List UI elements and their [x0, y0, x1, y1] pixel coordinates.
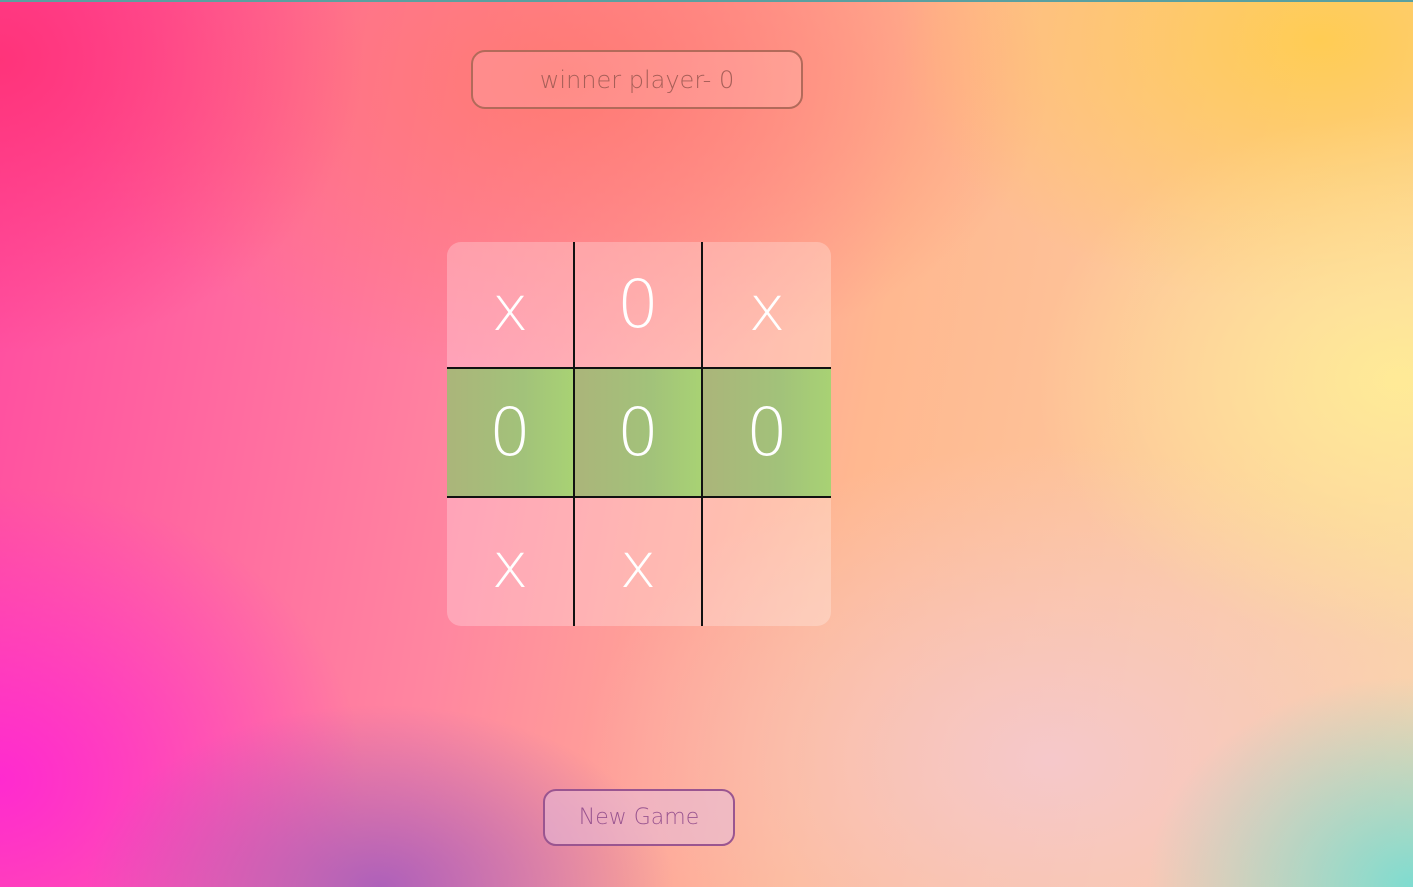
- tic-tac-toe-board: x 0 x 0 0 0 x x: [447, 242, 831, 626]
- board-cell-8[interactable]: [703, 498, 831, 626]
- board-cell-5[interactable]: 0: [703, 369, 831, 496]
- new-game-label: New Game: [578, 805, 700, 830]
- winner-status-text: winner player- 0: [539, 65, 735, 94]
- winner-status-box: winner player- 0: [471, 50, 803, 109]
- board-cell-2[interactable]: x: [703, 242, 831, 367]
- board-cell-4[interactable]: 0: [575, 369, 701, 496]
- board-cell-7[interactable]: x: [575, 498, 701, 626]
- board-cell-6[interactable]: x: [447, 498, 573, 626]
- board-cell-0[interactable]: x: [447, 242, 573, 367]
- top-edge-line: [0, 0, 1413, 2]
- board-cell-1[interactable]: 0: [575, 242, 701, 367]
- new-game-button[interactable]: New Game: [543, 789, 735, 846]
- board-cell-3[interactable]: 0: [447, 369, 573, 496]
